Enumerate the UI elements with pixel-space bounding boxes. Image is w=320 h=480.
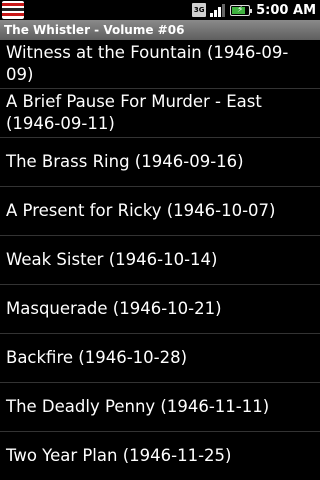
list-item-label: Backfire (1946-10-28) [6, 348, 188, 367]
list-item-label: The Brass Ring (1946-09-16) [6, 152, 244, 171]
list-item[interactable]: Backfire (1946-10-28) [0, 334, 320, 383]
3g-icon: 3G [192, 3, 207, 17]
list-item[interactable]: Masquerade (1946-10-21) [0, 285, 320, 334]
list-item-label: Weak Sister (1946-10-14) [6, 250, 218, 269]
status-time: 5:00 AM [256, 2, 316, 18]
notification-app-icon[interactable] [2, 1, 24, 19]
list-item-label: The Deadly Penny (1946-11-11) [6, 397, 270, 416]
list-item[interactable]: A Brief Pause For Murder - East (1946-09… [0, 89, 320, 138]
episode-list[interactable]: Witness at the Fountain (1946-09-09) A B… [0, 40, 320, 480]
list-item-label: Two Year Plan (1946-11-25) [6, 446, 232, 465]
list-item-label: A Present for Ricky (1946-10-07) [6, 201, 276, 220]
list-item[interactable]: Two Year Plan (1946-11-25) [0, 432, 320, 480]
list-item[interactable]: Witness at the Fountain (1946-09-09) [0, 40, 320, 89]
list-item[interactable]: The Deadly Penny (1946-11-11) [0, 383, 320, 432]
list-item-label: A Brief Pause For Murder - East (1946-09… [6, 92, 262, 133]
status-bar: 3G ⚡ 5:00 AM [0, 0, 320, 20]
list-item-label: Witness at the Fountain (1946-09-09) [6, 43, 289, 84]
signal-icon [210, 3, 226, 17]
list-item[interactable]: A Present for Ricky (1946-10-07) [0, 187, 320, 236]
list-item[interactable]: Weak Sister (1946-10-14) [0, 236, 320, 285]
network-type-label: 3G [193, 5, 205, 14]
page-title: The Whistler - Volume #06 [4, 23, 185, 37]
title-bar: The Whistler - Volume #06 [0, 20, 320, 40]
battery-charging-icon: ⚡ [230, 4, 253, 16]
list-item[interactable]: The Brass Ring (1946-09-16) [0, 138, 320, 187]
status-indicators: 3G ⚡ 5:00 AM [192, 0, 316, 20]
list-item-label: Masquerade (1946-10-21) [6, 299, 222, 318]
